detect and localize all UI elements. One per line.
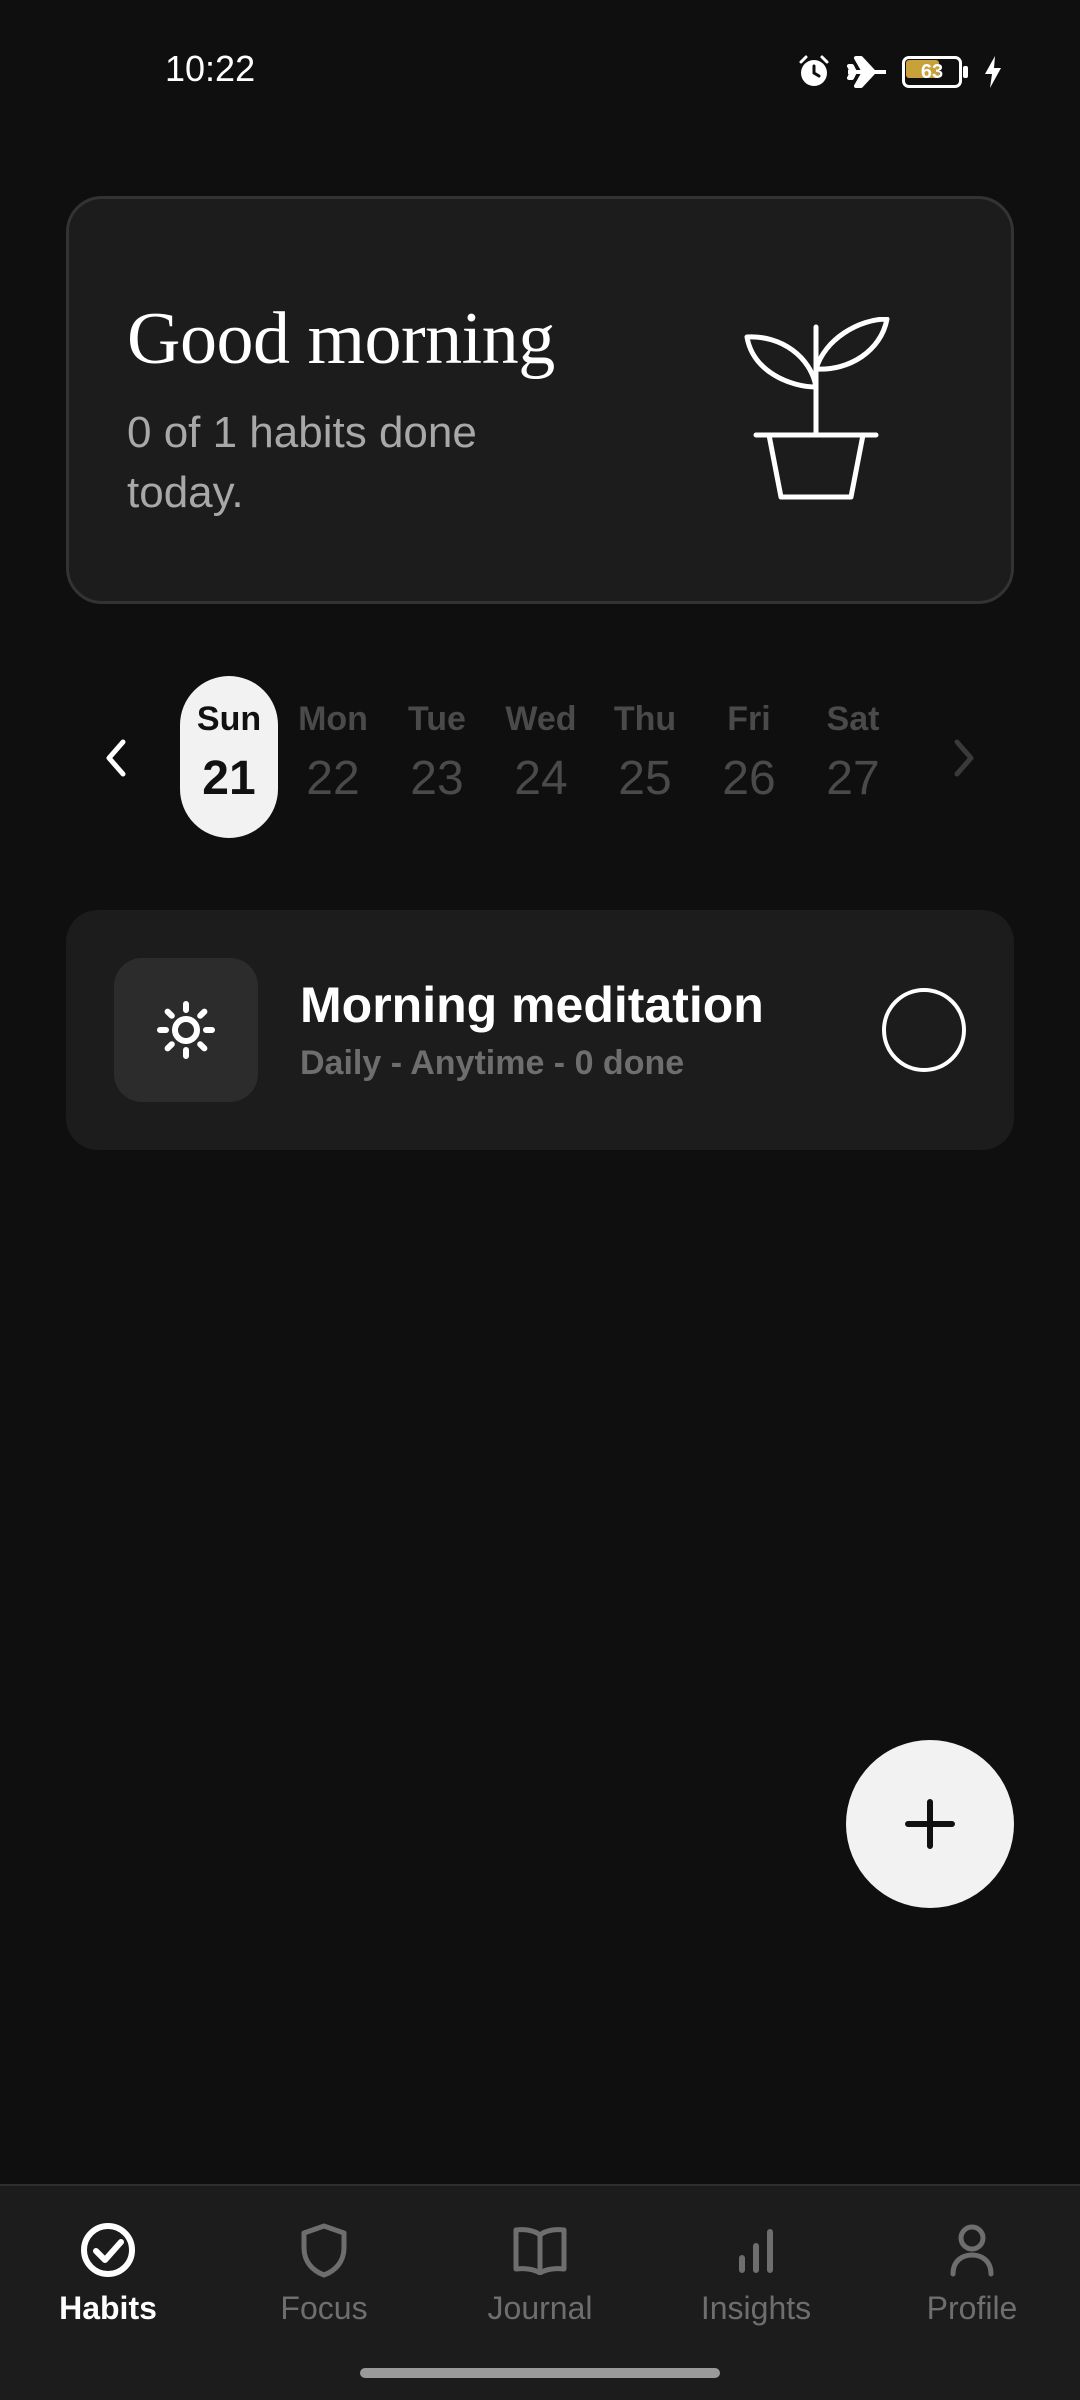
alarm-icon	[796, 54, 832, 90]
habit-meta: Daily - Anytime - 0 done	[300, 1044, 685, 1082]
sun-icon	[157, 1001, 215, 1059]
status-time: 10:22	[165, 48, 256, 89]
week-date-strip: Sun 21 Mon 22 Tue 23 Wed 24 Thu 25 Fri 26 Sat 27	[0, 676, 1080, 840]
nav-label-journal: Journal	[487, 2290, 593, 2326]
day-tue[interactable]: Tue 23	[388, 676, 486, 838]
day-number: 23	[410, 752, 464, 805]
plant-icon	[741, 316, 891, 506]
day-name: Thu	[613, 700, 677, 738]
habit-complete-checkbox[interactable]	[882, 988, 966, 1072]
prev-week-button[interactable]	[86, 728, 146, 788]
day-name: Mon	[298, 700, 368, 738]
day-name: Sat	[826, 700, 880, 738]
bar-chart-icon	[736, 2218, 776, 2282]
habit-title: Morning meditation	[300, 977, 764, 1033]
nav-label-profile: Profile	[926, 2290, 1018, 2326]
person-icon	[948, 2218, 996, 2282]
nav-item-journal[interactable]: Journal	[432, 2218, 648, 2338]
nav-label-insights: Insights	[700, 2290, 812, 2326]
battery-icon: 63	[902, 56, 968, 88]
day-sat[interactable]: Sat 27	[804, 676, 902, 838]
greeting-card: Good morning 0 of 1 habits done today.	[66, 196, 1014, 604]
airplane-mode-icon	[846, 54, 888, 90]
day-number: 26	[722, 752, 776, 805]
day-wed[interactable]: Wed 24	[492, 676, 590, 838]
greeting-title: Good morning	[127, 298, 555, 380]
status-icons: 63	[796, 50, 1004, 94]
charging-bolt-icon	[982, 54, 1004, 90]
chevron-right-icon	[954, 739, 974, 777]
home-indicator[interactable]	[360, 2368, 720, 2378]
day-number: 24	[514, 752, 568, 805]
shield-icon	[300, 2218, 348, 2282]
chevron-left-icon	[106, 739, 126, 777]
status-bar: 10:22 63	[0, 0, 1080, 140]
day-mon[interactable]: Mon 22	[284, 676, 382, 838]
day-name: Sun	[196, 700, 262, 738]
day-sun[interactable]: Sun 21	[180, 676, 278, 838]
day-thu[interactable]: Thu 25	[596, 676, 694, 838]
nav-item-profile[interactable]: Profile	[864, 2218, 1080, 2338]
day-number: 25	[618, 752, 672, 805]
nav-item-insights[interactable]: Insights	[648, 2218, 864, 2338]
day-fri[interactable]: Fri 26	[700, 676, 798, 838]
battery-level: 63	[920, 60, 944, 83]
nav-label-focus: Focus	[280, 2290, 368, 2326]
check-circle-icon	[80, 2218, 136, 2282]
habits-screen: 10:22 63 Good morning 0 of 1 habits done…	[0, 0, 1080, 2400]
day-number: 22	[306, 752, 360, 805]
habit-icon-box	[114, 958, 258, 1102]
nav-item-focus[interactable]: Focus	[216, 2218, 432, 2338]
day-name: Fri	[727, 700, 771, 738]
day-name: Tue	[408, 700, 466, 738]
greeting-subtitle: 0 of 1 habits done today.	[127, 408, 477, 517]
book-icon	[512, 2218, 568, 2282]
nav-item-habits[interactable]: Habits	[0, 2218, 216, 2338]
add-habit-button[interactable]	[846, 1740, 1014, 1908]
plus-icon	[905, 1799, 955, 1849]
day-name: Wed	[505, 700, 577, 738]
habit-card[interactable]: Morning meditation Daily - Anytime - 0 d…	[66, 910, 1014, 1150]
day-number: 27	[826, 752, 880, 805]
day-number: 21	[202, 752, 256, 805]
next-week-button[interactable]	[934, 728, 994, 788]
nav-label-habits: Habits	[59, 2290, 157, 2326]
